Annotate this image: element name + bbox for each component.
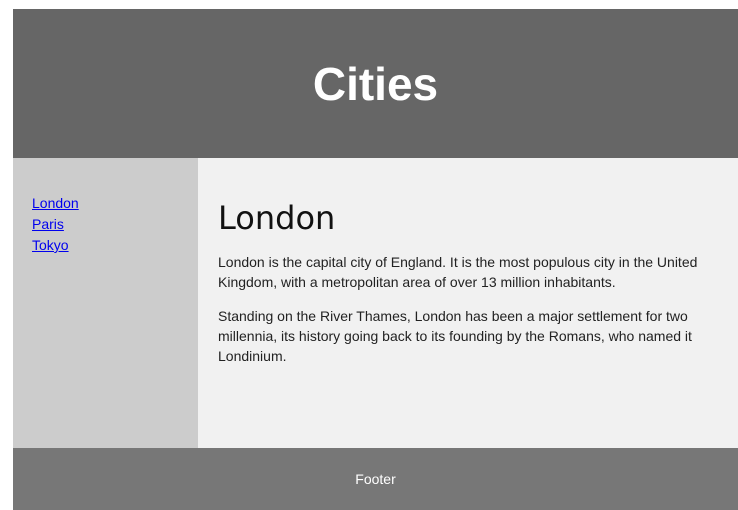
nav-item-london: London <box>32 194 198 215</box>
city-link-list: London Paris Tokyo <box>13 158 198 257</box>
nav-link-paris[interactable]: Paris <box>32 216 64 232</box>
page: Cities London Paris Tokyo London London … <box>13 9 738 510</box>
article-paragraph-1: London is the capital city of England. I… <box>218 254 698 290</box>
footer-text: Footer <box>355 471 396 487</box>
article-heading: London <box>218 199 336 237</box>
sidebar-nav: London Paris Tokyo <box>13 158 198 448</box>
nav-item-tokyo: Tokyo <box>32 236 198 257</box>
nav-link-tokyo[interactable]: Tokyo <box>32 237 69 253</box>
page-header: Cities <box>13 9 738 158</box>
page-footer: Footer <box>13 448 738 510</box>
nav-link-london[interactable]: London <box>32 195 79 211</box>
main-article: London London is the capital city of Eng… <box>198 158 738 448</box>
nav-item-paris: Paris <box>32 215 198 236</box>
article-paragraph-2: Standing on the River Thames, London has… <box>218 308 692 364</box>
page-title: Cities <box>312 57 439 110</box>
